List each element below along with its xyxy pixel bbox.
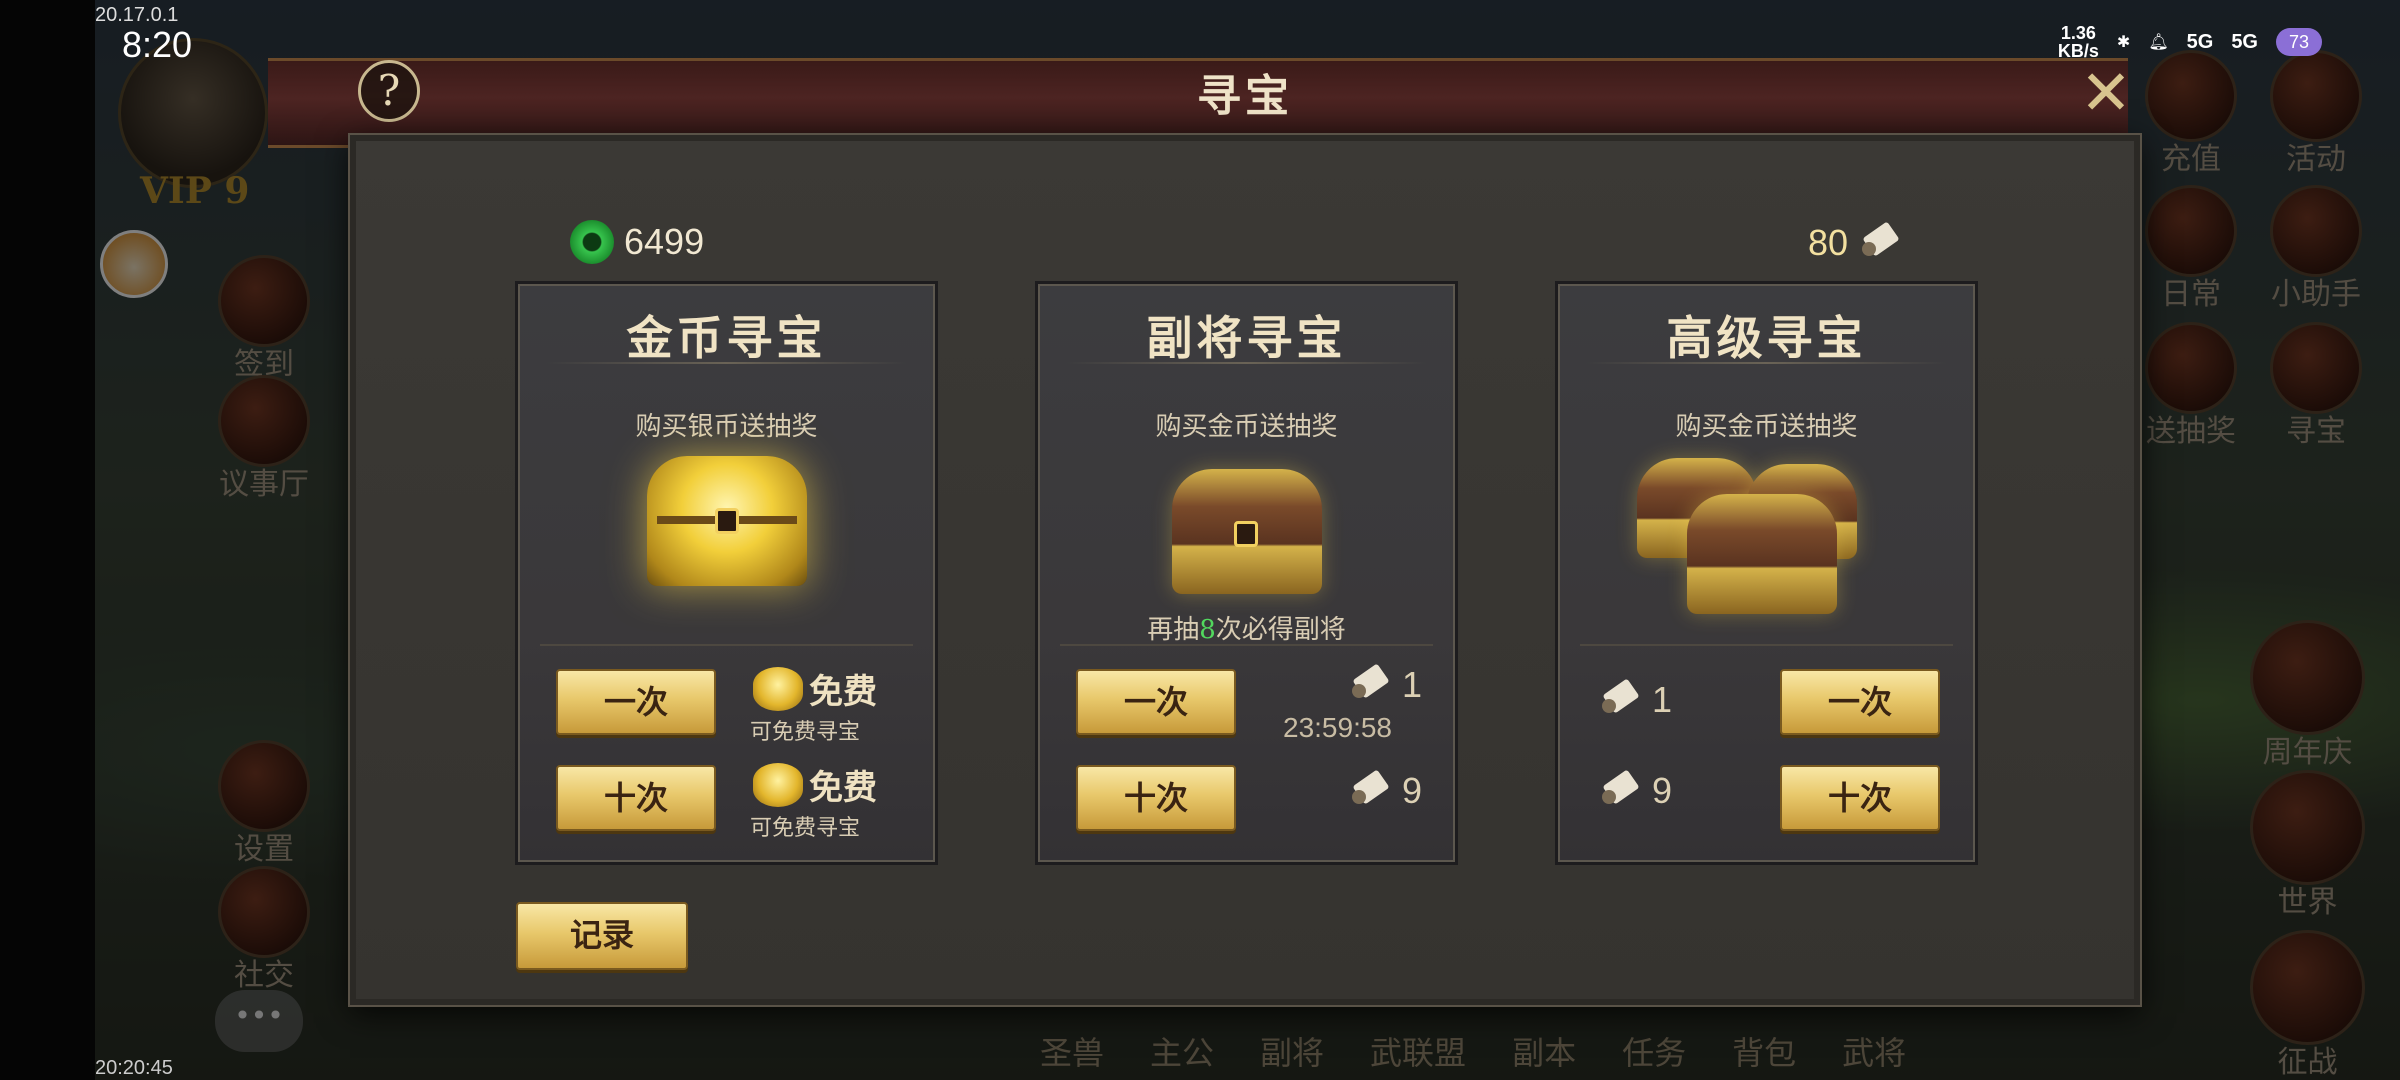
- scroll-icon: [1598, 770, 1640, 812]
- card-deputy-treasure: 副将寻宝 购买金币送抽奖 再抽8次必得副将 一次 1 23:59:58 十次 9: [1035, 281, 1458, 865]
- bell-icon: 🔔︎: [2148, 34, 2169, 51]
- gold-once-free: 免费: [753, 664, 877, 713]
- card-title: 金币寻宝: [626, 311, 827, 365]
- coin-stack-icon: [753, 666, 803, 711]
- advanced-ten-button[interactable]: 十次: [1780, 765, 1940, 831]
- gold-once-button[interactable]: 一次: [556, 669, 716, 735]
- scroll-icon: [1348, 664, 1390, 706]
- divider: [1586, 362, 1947, 364]
- scroll-balance: 80: [1808, 222, 1900, 264]
- advanced-once-button[interactable]: 一次: [1780, 669, 1940, 735]
- advanced-once-cost: 1: [1598, 679, 1672, 721]
- chest-pile-icon: [1636, 454, 1887, 614]
- battery-icon: 73: [2276, 28, 2322, 56]
- treasure-chest-icon: [1171, 469, 1322, 594]
- letterbox-left: [0, 0, 95, 1080]
- deputy-ten-cost: 9: [1348, 770, 1422, 812]
- card-subtitle: 购买金币送抽奖: [1155, 412, 1338, 442]
- scroll-icon: [1598, 679, 1640, 721]
- gold-once-free-sub: 可免费寻宝: [750, 720, 861, 745]
- deputy-once-cost: 1: [1348, 664, 1422, 706]
- divider: [540, 644, 913, 646]
- divider: [1066, 362, 1427, 364]
- free-timer: 23:59:58: [1283, 712, 1392, 743]
- jade-amount: 6499: [624, 221, 705, 262]
- card-advanced-treasure: 高级寻宝 购买金币送抽奖 1 一次 9 十次: [1555, 281, 1978, 865]
- lock-icon: [1233, 521, 1258, 547]
- guarantee-note: 再抽8次必得副将: [1147, 615, 1346, 645]
- net-speed: 1.36 KB/s: [2057, 23, 2099, 61]
- golden-chest-icon: [646, 456, 807, 586]
- lock-icon: [714, 508, 739, 534]
- coin-stack-icon: [753, 762, 803, 807]
- gold-ten-free-sub: 可免费寻宝: [750, 816, 861, 841]
- bluetooth-icon: ✱: [2116, 34, 2131, 51]
- divider: [1580, 644, 1953, 646]
- advanced-ten-cost: 9: [1598, 770, 1672, 812]
- card-gold-treasure: 金币寻宝 购买银币送抽奖 一次 免费 可免费寻宝 十次 免费 可免费寻宝: [515, 281, 938, 865]
- record-button[interactable]: 记录: [516, 902, 688, 970]
- jade-icon: [570, 220, 614, 264]
- card-subtitle: 购买金币送抽奖: [1675, 412, 1858, 442]
- bottom-clock: 20:20:45: [95, 1057, 173, 1079]
- help-button[interactable]: ?: [358, 60, 420, 122]
- signal-1: 5G: [2186, 30, 2214, 53]
- deputy-ten-button[interactable]: 十次: [1076, 765, 1236, 831]
- scroll-icon: [1348, 770, 1390, 812]
- close-button[interactable]: ✕: [2075, 62, 2137, 124]
- scroll-icon: [1858, 222, 1900, 264]
- divider: [1060, 644, 1433, 646]
- jade-balance: 6499: [570, 220, 704, 264]
- scroll-amount: 80: [1808, 222, 1849, 263]
- divider: [546, 362, 907, 364]
- gold-ten-free: 免费: [753, 760, 877, 809]
- card-title: 副将寻宝: [1146, 311, 1347, 365]
- status-icons: 1.36 KB/s ✱ 🔔︎ 5G 5G 73: [2058, 24, 2322, 60]
- card-title: 高级寻宝: [1666, 311, 1867, 365]
- deputy-once-button[interactable]: 一次: [1076, 669, 1236, 735]
- card-subtitle: 购买银币送抽奖: [635, 412, 818, 442]
- gold-ten-button[interactable]: 十次: [556, 765, 716, 831]
- signal-2: 5G: [2231, 30, 2258, 53]
